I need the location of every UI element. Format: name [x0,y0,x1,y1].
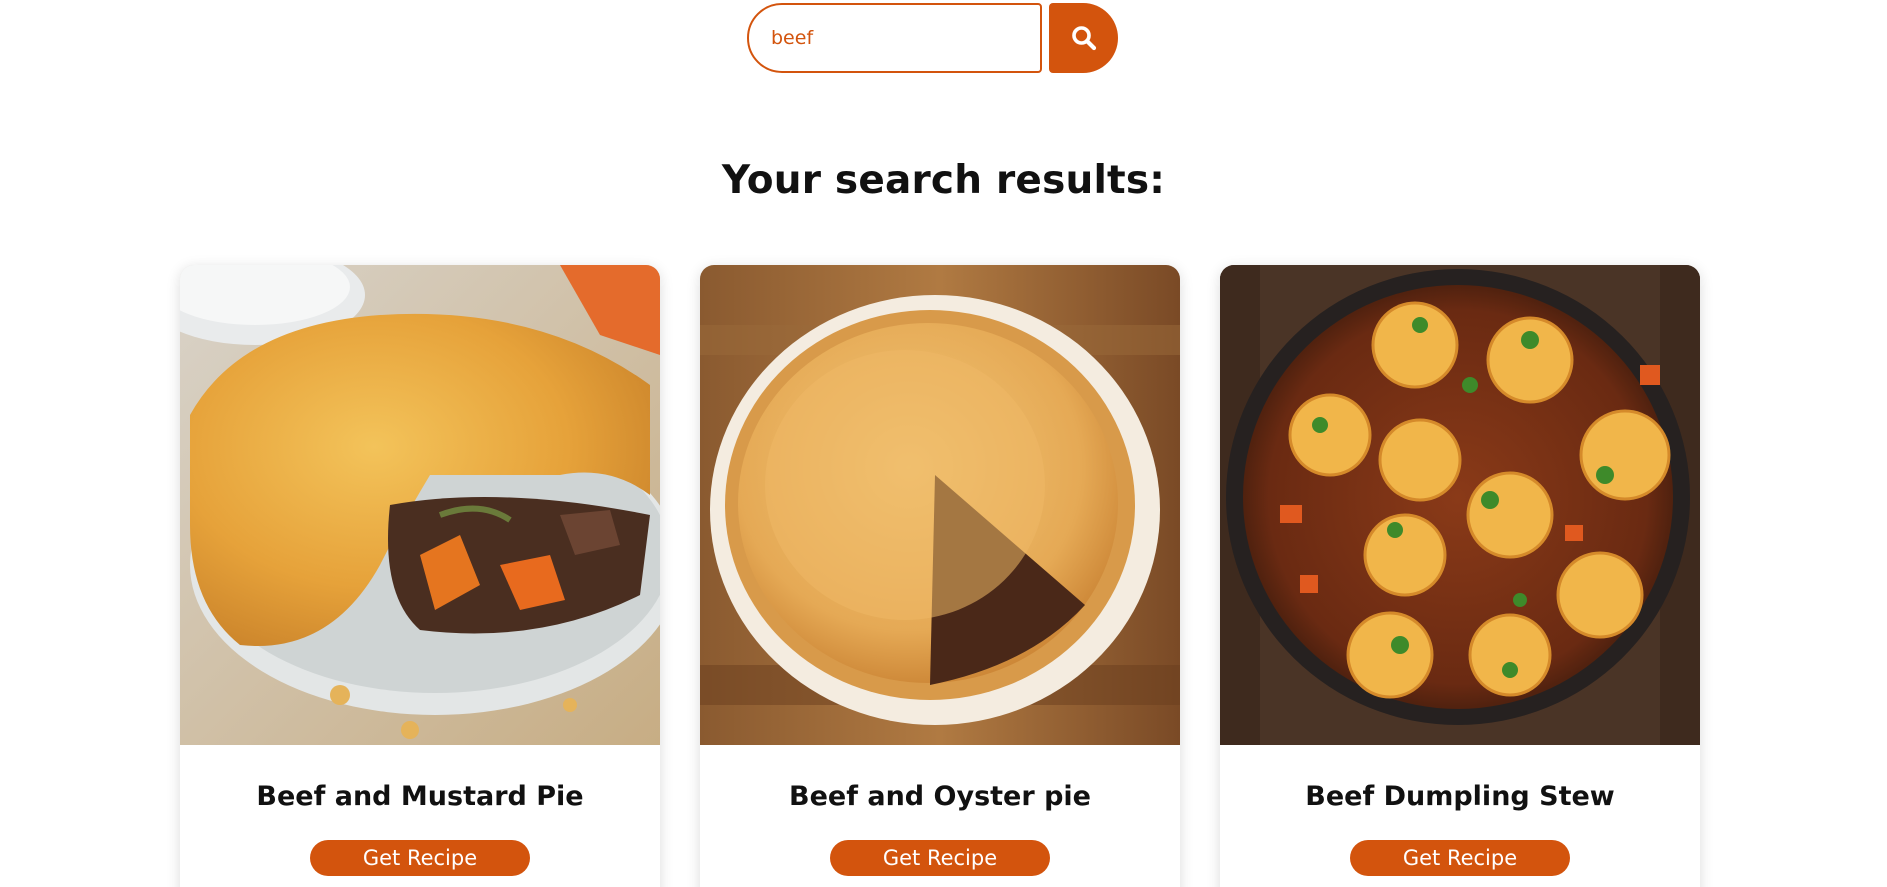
recipe-image [180,265,660,745]
get-recipe-button[interactable]: Get Recipe [310,840,530,876]
get-recipe-button[interactable]: Get Recipe [1350,840,1570,876]
search-bar [747,3,1118,73]
recipe-title: Beef Dumpling Stew [1305,781,1615,812]
search-input[interactable] [747,3,1042,73]
search-icon [1071,26,1096,51]
recipe-image [1220,265,1700,745]
results-title: Your search results: [721,158,1166,203]
search-button[interactable] [1049,3,1118,73]
recipe-title: Beef and Oyster pie [789,781,1091,812]
recipe-card: Beef and Oyster pie Get Recipe [700,265,1180,887]
recipe-image [700,265,1180,745]
recipe-title: Beef and Mustard Pie [256,781,584,812]
page: Your search results: [0,0,1887,887]
recipe-card: Beef and Mustard Pie Get Recipe [180,265,660,887]
get-recipe-button[interactable]: Get Recipe [830,840,1050,876]
recipe-card: Beef Dumpling Stew Get Recipe [1220,265,1700,887]
results-grid: Beef and Mustard Pie Get Recipe Beef and… [180,265,1700,887]
